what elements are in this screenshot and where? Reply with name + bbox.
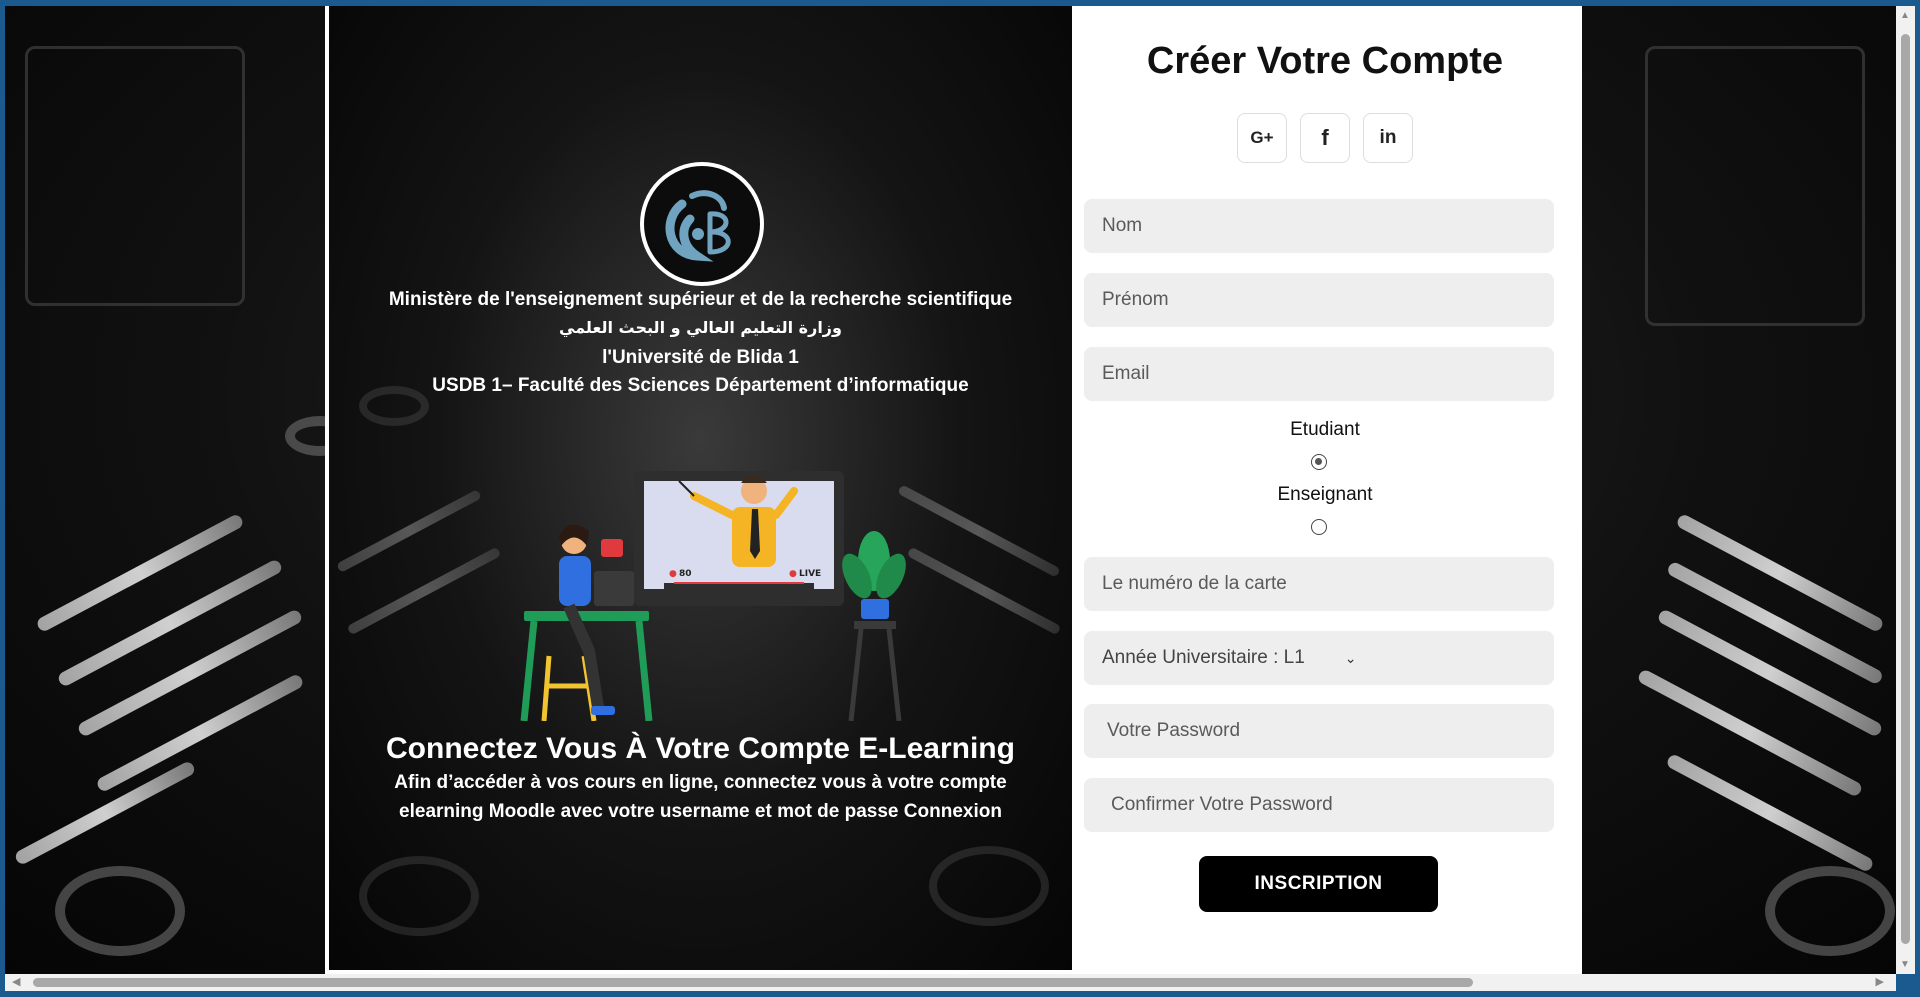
signup-form: Créer Votre Compte G+ f in Nom Prénom Em… bbox=[1072, 6, 1578, 970]
carte-field[interactable] bbox=[1084, 557, 1554, 611]
viewer-count: 80 bbox=[679, 569, 692, 579]
vertical-scroll-thumb[interactable] bbox=[1901, 34, 1910, 944]
svg-text:●: ● bbox=[789, 569, 797, 579]
role-etudiant-label: Etudiant bbox=[1290, 419, 1360, 440]
role-enseignant-radio[interactable] bbox=[1311, 519, 1327, 535]
elearning-headline: Connectez Vous À Votre Compte E-Learning bbox=[386, 732, 1015, 765]
university-name: l'Université de Blida 1 bbox=[602, 347, 799, 368]
role-etudiant-radio[interactable] bbox=[1311, 454, 1327, 470]
email-field[interactable] bbox=[1084, 347, 1554, 401]
facebook-icon: f bbox=[1321, 125, 1329, 150]
confirm-password-field[interactable] bbox=[1084, 778, 1554, 832]
signup-card: Ministère de l'enseignement supérieur et… bbox=[325, 6, 1582, 974]
annee-select-value: Année Universitaire : L1 bbox=[1102, 647, 1305, 668]
role-enseignant-label: Enseignant bbox=[1277, 484, 1373, 505]
scroll-up-icon[interactable]: ▲ bbox=[1900, 10, 1910, 21]
page-background: Ministère de l'enseignement supérieur et… bbox=[5, 6, 1901, 974]
google-plus-button[interactable]: G+ bbox=[1237, 113, 1287, 163]
ministry-name-arabic: وزارة التعليم العالي و البحث العلمي bbox=[559, 318, 842, 337]
annee-universitaire-select[interactable]: Année Universitaire : L1 ⌄ bbox=[1084, 631, 1554, 685]
social-login-row: G+ f in bbox=[1072, 113, 1578, 163]
prenom-field[interactable] bbox=[1084, 273, 1554, 327]
google-plus-icon: G+ bbox=[1250, 128, 1274, 147]
scroll-down-icon[interactable]: ▼ bbox=[1900, 959, 1910, 970]
scroll-left-icon[interactable]: ◀ bbox=[12, 975, 20, 988]
linkedin-button[interactable]: in bbox=[1363, 113, 1413, 163]
vertical-scrollbar[interactable]: ▲ ▼ bbox=[1896, 6, 1915, 974]
password-input[interactable] bbox=[1107, 720, 1536, 742]
nom-input[interactable] bbox=[1102, 215, 1536, 237]
inscription-button[interactable]: INSCRIPTION bbox=[1199, 856, 1438, 912]
elearning-illustration: ● 80 ● LIVE bbox=[489, 451, 929, 722]
info-panel: Ministère de l'enseignement supérieur et… bbox=[329, 6, 1072, 970]
scroll-right-icon[interactable]: ▶ bbox=[1876, 975, 1884, 988]
facebook-button[interactable]: f bbox=[1300, 113, 1350, 163]
linkedin-icon: in bbox=[1379, 127, 1397, 148]
prenom-input[interactable] bbox=[1102, 289, 1536, 311]
ministry-name: Ministère de l'enseignement supérieur et… bbox=[388, 289, 1013, 310]
form-title: Créer Votre Compte bbox=[1146, 40, 1504, 82]
horizontal-scrollbar[interactable]: ◀ ▶ bbox=[5, 974, 1896, 991]
svg-text:●: ● bbox=[669, 569, 677, 579]
chevron-down-icon: ⌄ bbox=[1344, 649, 1357, 666]
email-input[interactable] bbox=[1102, 363, 1536, 385]
carte-input[interactable] bbox=[1102, 573, 1536, 595]
faculty-name: USDB 1– Faculté des Sciences Département… bbox=[432, 375, 969, 396]
university-logo bbox=[640, 162, 764, 286]
horizontal-scroll-thumb[interactable] bbox=[33, 978, 1473, 987]
nom-field[interactable] bbox=[1084, 199, 1554, 253]
confirm-password-input[interactable] bbox=[1111, 794, 1536, 816]
live-label: LIVE bbox=[799, 569, 821, 579]
elearning-description: Afin d’accéder à vos cours en ligne, con… bbox=[394, 772, 1007, 822]
password-field[interactable] bbox=[1084, 704, 1554, 758]
